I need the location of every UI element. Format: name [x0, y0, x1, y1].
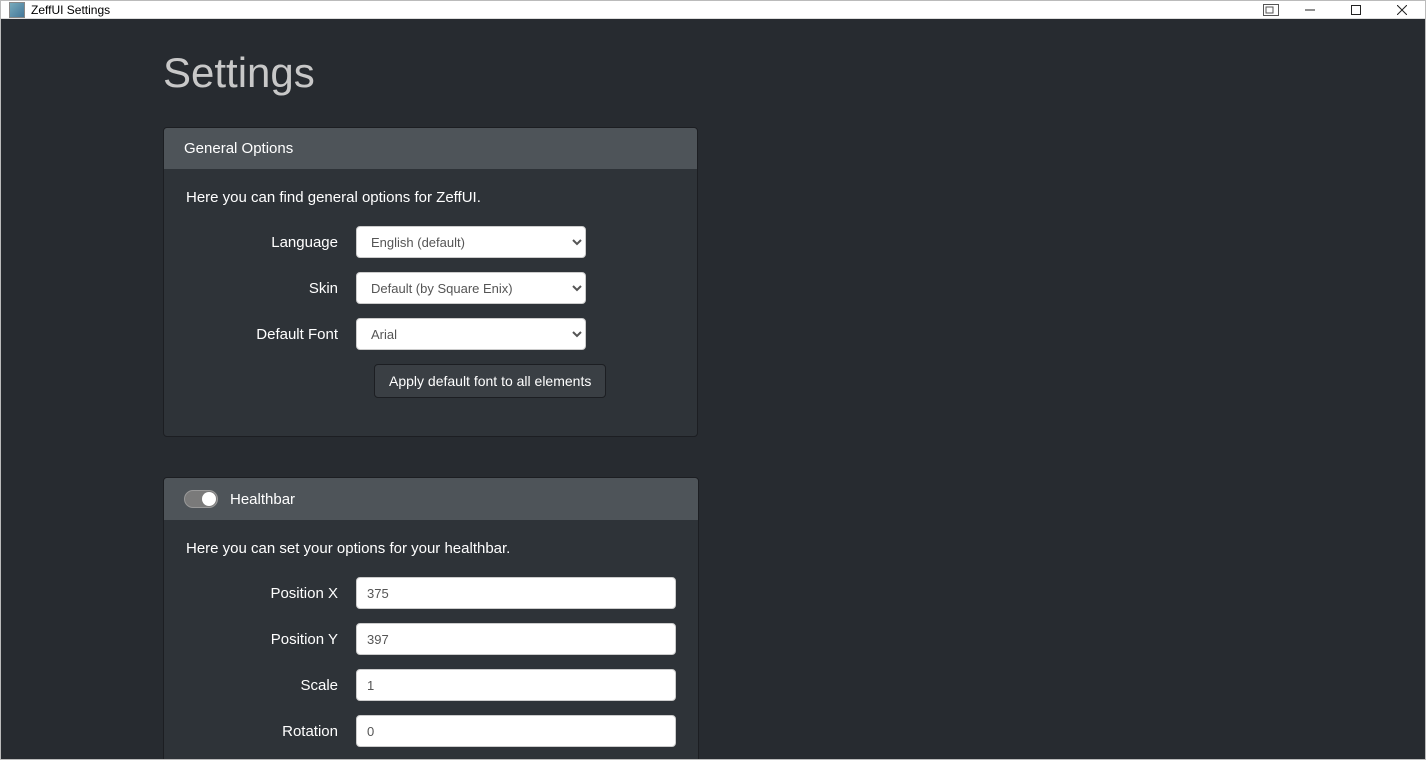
maximize-button[interactable]	[1333, 1, 1379, 18]
healthbar-posy-label: Position Y	[186, 631, 356, 648]
minimize-button[interactable]	[1287, 1, 1333, 18]
app-window: ZeffUI Settings Settings	[0, 0, 1426, 760]
apply-font-button[interactable]: Apply default font to all elements	[374, 364, 606, 398]
healthbar-scale-input[interactable]	[356, 669, 676, 701]
healthbar-rotation-label: Rotation	[186, 723, 356, 740]
language-select[interactable]: English (default)	[356, 226, 586, 258]
close-button[interactable]	[1379, 1, 1425, 18]
skin-select[interactable]: Default (by Square Enix)	[356, 272, 586, 304]
general-options-title: General Options	[184, 140, 293, 157]
healthbar-posy-input[interactable]	[356, 623, 676, 655]
window-controls	[1287, 1, 1425, 18]
healthbar-desc: Here you can set your options for your h…	[186, 540, 676, 557]
language-label: Language	[186, 234, 356, 251]
healthbar-posx-label: Position X	[186, 585, 356, 602]
general-options-header: General Options	[164, 128, 697, 169]
healthbar-title: Healthbar	[230, 491, 295, 508]
tablet-mode-icon[interactable]	[1255, 4, 1287, 16]
font-label: Default Font	[186, 326, 356, 343]
app-icon	[9, 2, 25, 18]
healthbar-toggle[interactable]	[184, 490, 218, 508]
general-desc: Here you can find general options for Ze…	[186, 189, 675, 206]
general-options-card: General Options Here you can find genera…	[163, 127, 698, 437]
font-select[interactable]: Arial	[356, 318, 586, 350]
healthbar-header: Healthbar	[164, 478, 698, 520]
content-container: Settings General Options Here you can fi…	[143, 19, 1283, 759]
window-title: ZeffUI Settings	[31, 3, 110, 17]
page-title: Settings	[163, 49, 1263, 97]
skin-label: Skin	[186, 280, 356, 297]
healthbar-scale-label: Scale	[186, 677, 356, 694]
client-area[interactable]: Settings General Options Here you can fi…	[1, 19, 1425, 759]
healthbar-card: Healthbar Here you can set your options …	[163, 477, 699, 759]
healthbar-rotation-input[interactable]	[356, 715, 676, 747]
titlebar: ZeffUI Settings	[1, 1, 1425, 19]
healthbar-posx-input[interactable]	[356, 577, 676, 609]
